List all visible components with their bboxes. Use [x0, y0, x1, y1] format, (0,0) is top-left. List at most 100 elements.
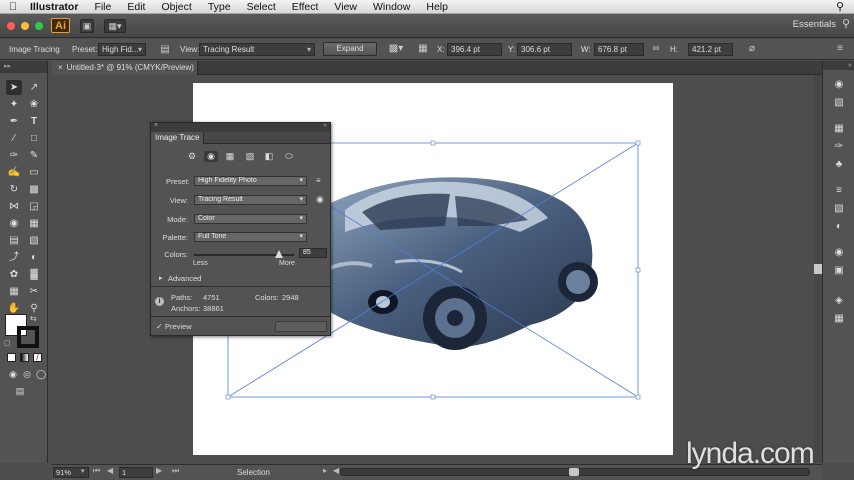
minimize-window-button[interactable] — [21, 22, 29, 30]
current-tool-status[interactable]: Selection — [237, 468, 270, 477]
first-artboard-icon[interactable]: ⏮ — [93, 466, 100, 476]
next-artboard-icon[interactable]: ▶ — [156, 466, 162, 475]
tools-panel-header[interactable]: ▸▸ — [0, 61, 47, 73]
mesh-tool-icon[interactable]: ▤ — [6, 233, 22, 248]
zoom-dropdown-icon[interactable]: ▾ — [81, 467, 85, 475]
document-tab[interactable]: × Untitled-3* @ 91% (CMYK/Preview) — [52, 61, 198, 75]
stroke-panel-icon[interactable]: ≡ — [831, 184, 847, 198]
pencil-tool-icon[interactable]: ✎ — [26, 148, 42, 163]
color-guide-icon[interactable]: ▧ — [831, 96, 847, 110]
column-graph-tool-icon[interactable]: ▓ — [26, 267, 42, 282]
menu-select[interactable]: Select — [239, 1, 284, 13]
width-field[interactable]: 676.8 pt — [594, 43, 644, 56]
spotlight-search-icon[interactable]: ⚲ — [836, 0, 844, 13]
screen-mode-icon[interactable]: ▤ — [12, 384, 28, 399]
menu-window[interactable]: Window — [365, 1, 418, 13]
height-field[interactable]: 421.2 pt — [688, 43, 733, 56]
artboard-number-field[interactable]: 1 — [119, 467, 153, 478]
artboard-tool-icon[interactable]: ▦ — [6, 284, 22, 299]
magic-wand-tool-icon[interactable]: ✦ — [6, 97, 22, 112]
draw-inside-icon[interactable]: ◯ — [33, 367, 49, 382]
menu-effect[interactable]: Effect — [284, 1, 327, 13]
vertical-scrollbar[interactable] — [814, 75, 822, 463]
menu-edit[interactable]: Edit — [119, 1, 153, 13]
constrain-proportions-icon[interactable]: ∞ — [650, 43, 662, 55]
blob-brush-tool-icon[interactable]: ✍ — [6, 165, 22, 180]
reference-point-icon[interactable]: ▦ — [417, 43, 429, 55]
eyedropper-tool-icon[interactable]: ⤴ — [6, 250, 22, 265]
panel-view-dropdown[interactable]: Tracing Result — [194, 195, 307, 205]
workspace-switcher[interactable]: Essentials — [793, 19, 836, 30]
panel-collapse-icon[interactable]: « — [323, 122, 327, 129]
graphic-styles-panel-icon[interactable]: ▣ — [831, 264, 847, 278]
eraser-tool-icon[interactable]: ▭ — [26, 165, 42, 180]
scroll-left-icon[interactable]: ◀ — [333, 466, 339, 475]
panel-palette-dropdown[interactable]: Full Tone — [194, 232, 307, 242]
transparency-panel-icon[interactable]: ◐ — [831, 220, 847, 234]
rectangle-tool-icon[interactable]: □ — [26, 131, 42, 146]
artboards-panel-icon[interactable]: ▦ — [831, 312, 847, 326]
high-color-preset-icon[interactable]: ◉ — [204, 151, 218, 162]
y-field[interactable]: 306.6 pt — [517, 43, 572, 56]
expand-button[interactable]: Expand — [323, 42, 377, 56]
low-color-preset-icon[interactable]: ▦ — [223, 151, 237, 162]
vertical-scroll-thumb[interactable] — [814, 264, 822, 274]
apple-icon[interactable]:  — [0, 1, 26, 13]
menu-app-name[interactable]: Illustrator — [26, 1, 86, 13]
gradient-panel-icon[interactable]: ▧ — [831, 202, 847, 216]
colors-value-field[interactable]: 85 — [299, 248, 327, 258]
view-original-eye-icon[interactable]: ◉ — [316, 194, 324, 205]
rotate-tool-icon[interactable]: ↻ — [6, 182, 22, 197]
gradient-mode-icon[interactable] — [20, 353, 29, 362]
free-transform-tool-icon[interactable]: ◲ — [26, 199, 42, 214]
menu-file[interactable]: File — [86, 1, 119, 13]
pen-tool-icon[interactable]: ✒ — [6, 114, 22, 129]
direct-selection-tool-icon[interactable]: ↗ — [26, 80, 42, 95]
arrange-documents-icon[interactable]: ▦▾ — [104, 19, 126, 33]
type-tool-icon[interactable]: T — [26, 114, 42, 129]
default-fill-stroke-icon[interactable]: ▢ — [4, 339, 11, 347]
none-mode-icon[interactable]: / — [33, 353, 42, 362]
swatches-panel-icon[interactable]: ▦ — [831, 122, 847, 136]
paintbrush-tool-icon[interactable]: ✑ — [6, 148, 22, 163]
advanced-disclosure-icon[interactable]: ▸ — [159, 274, 163, 282]
panel-header[interactable]: × « — [151, 122, 330, 132]
transform-icon[interactable]: ⌀ — [746, 43, 758, 55]
appearance-panel-icon[interactable]: ◉ — [831, 246, 847, 260]
slice-tool-icon[interactable]: ✂ — [26, 284, 42, 299]
image-trace-panel-icon[interactable]: ▤ — [159, 44, 171, 56]
zoom-window-button[interactable] — [35, 22, 43, 30]
stroke-swatch[interactable] — [17, 326, 39, 348]
brushes-panel-icon[interactable]: ✑ — [831, 140, 847, 154]
selection-tool-icon[interactable]: ➤ — [6, 80, 22, 95]
colors-slider-thumb[interactable] — [275, 250, 283, 258]
panel-preset-dropdown[interactable]: High Fidelity Photo — [194, 176, 307, 186]
blend-tool-icon[interactable]: ◐ — [26, 250, 42, 265]
swap-fill-stroke-icon[interactable]: ⇆ — [30, 314, 37, 323]
document-tab-close-icon[interactable]: × — [58, 63, 63, 72]
width-tool-icon[interactable]: ⋈ — [6, 199, 22, 214]
bridge-icon[interactable]: ▣ — [80, 19, 94, 33]
close-window-button[interactable] — [7, 22, 15, 30]
horizontal-scroll-thumb[interactable] — [569, 468, 579, 476]
line-segment-tool-icon[interactable]: ∕ — [6, 131, 22, 146]
image-tracing-label[interactable]: Image Tracing — [9, 43, 60, 56]
dock-collapse-icon[interactable]: « — [823, 61, 854, 70]
menu-view[interactable]: View — [326, 1, 365, 13]
control-bar-menu-icon[interactable]: ≡ — [834, 43, 846, 55]
gradient-tool-icon[interactable]: ▧ — [26, 233, 42, 248]
search-icon[interactable]: ⚲ — [842, 17, 850, 30]
panel-close-icon[interactable]: × — [154, 122, 158, 129]
auto-color-preset-icon[interactable]: ⚙ — [185, 151, 199, 162]
menu-help[interactable]: Help — [418, 1, 456, 13]
trace-button[interactable] — [275, 321, 327, 332]
status-menu-icon[interactable]: ▸ — [323, 466, 327, 475]
color-panel-icon[interactable]: ◉ — [831, 78, 847, 92]
lasso-tool-icon[interactable]: ❀ — [26, 97, 42, 112]
panel-mode-dropdown[interactable]: Color — [194, 214, 307, 224]
layers-panel-icon[interactable]: ◈ — [831, 294, 847, 308]
tab-image-trace[interactable]: Image Trace — [151, 132, 205, 144]
menu-type[interactable]: Type — [200, 1, 239, 13]
previous-artboard-icon[interactable]: ◀ — [107, 466, 113, 475]
align-options-icon[interactable]: ▩▾ — [386, 43, 406, 55]
